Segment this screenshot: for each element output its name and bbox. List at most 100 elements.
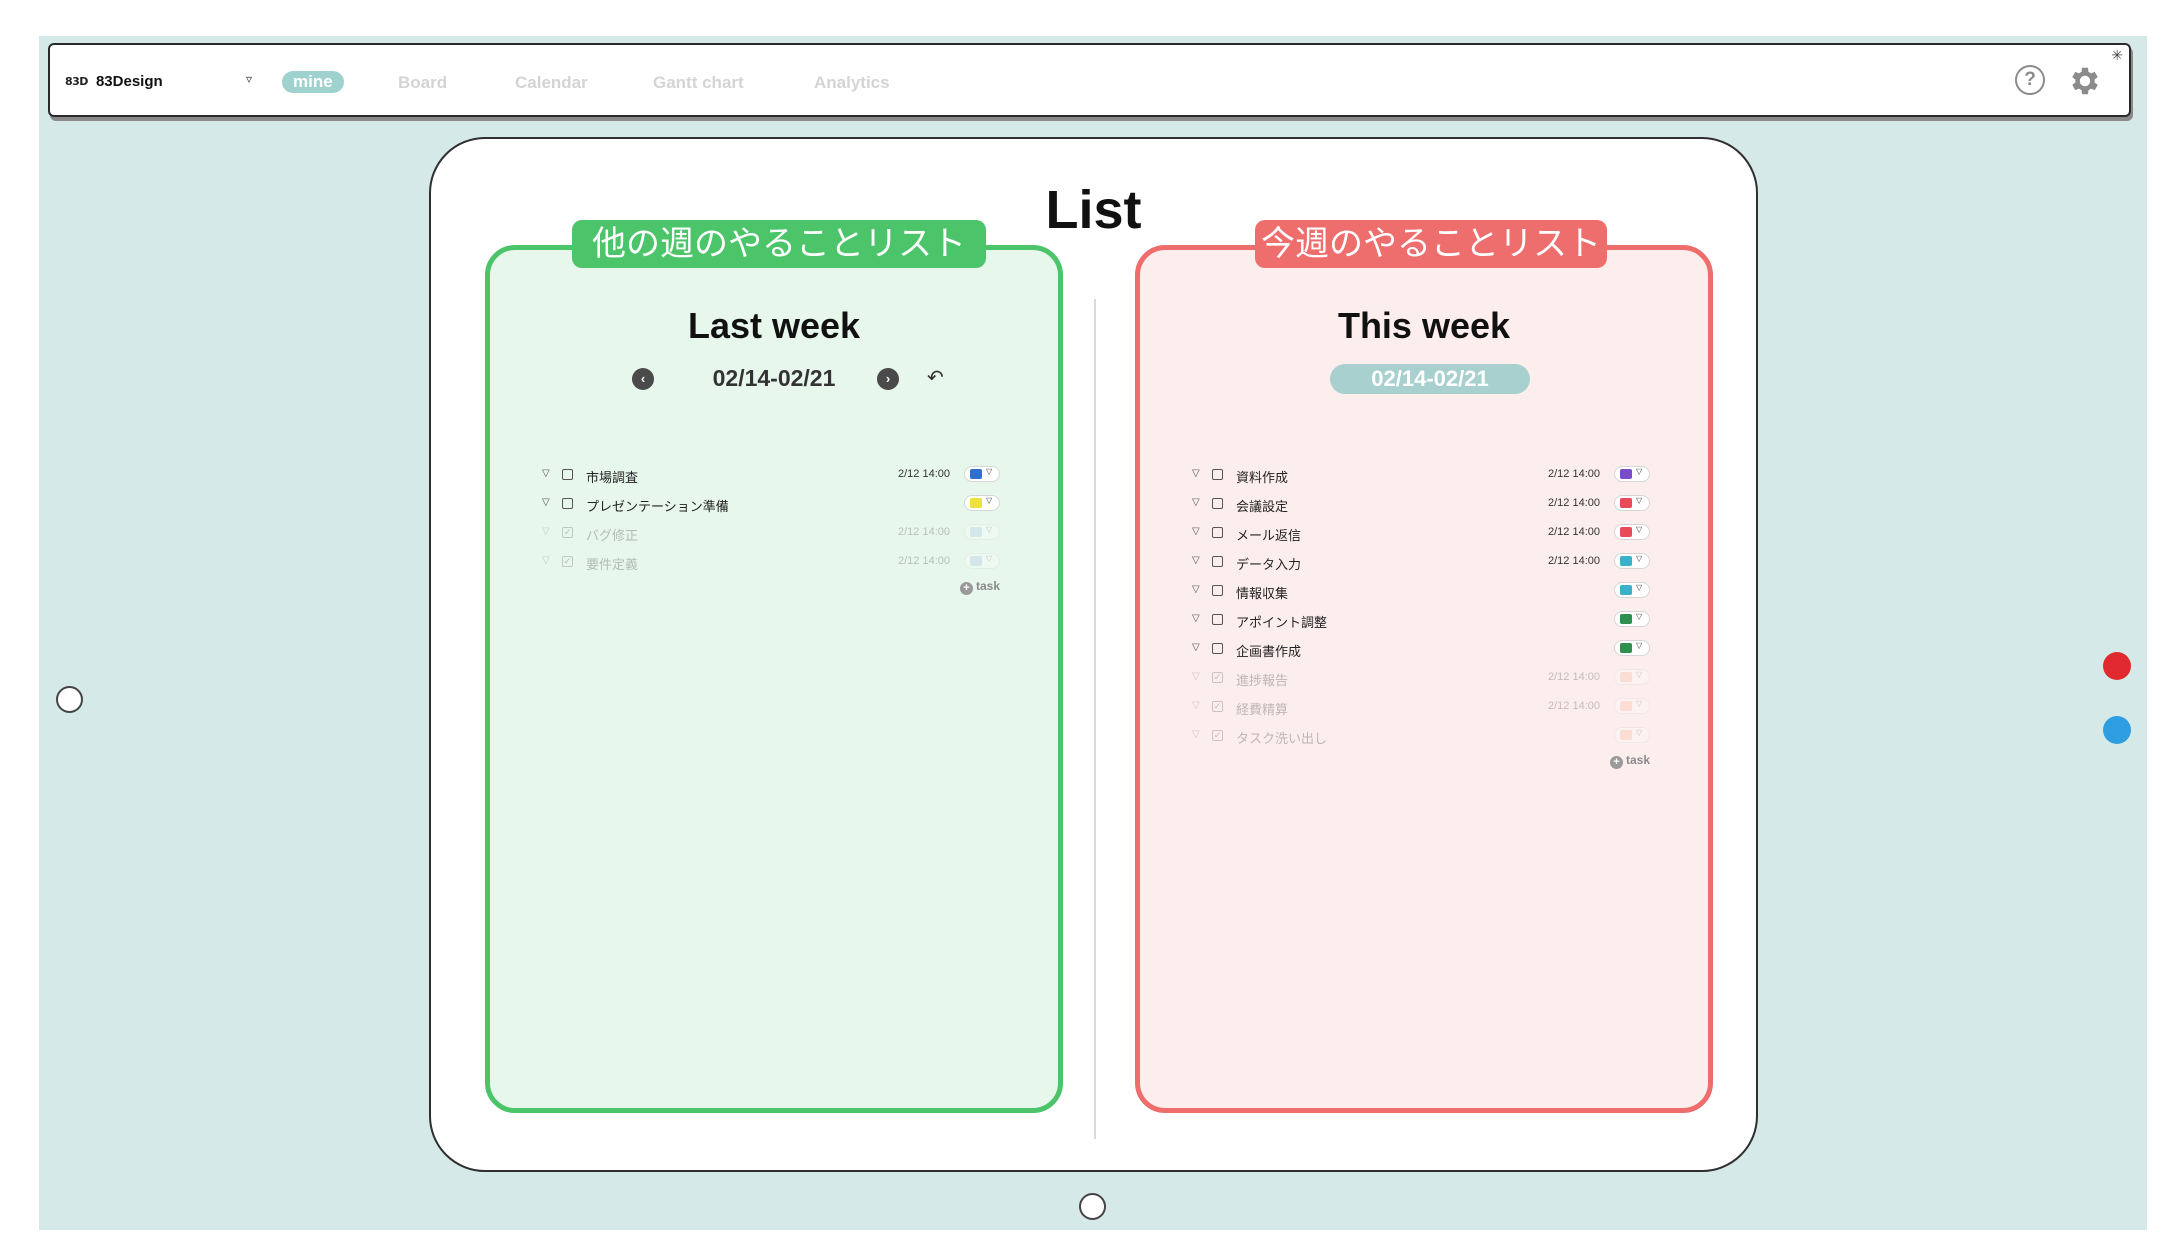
task-row[interactable]: ▽ プレゼンテーション準備 ▽ [542, 492, 1000, 521]
task-checkbox[interactable]: ✓ [562, 527, 573, 538]
workspace-name: 83Design [95, 73, 163, 90]
task-due: 2/12 14:00 [898, 468, 950, 480]
task-color-selector[interactable]: ▽ [1614, 727, 1650, 743]
expand-icon[interactable]: ▽ [542, 555, 550, 566]
tab-mine[interactable]: mine [282, 71, 344, 93]
task-color-selector[interactable]: ▽ [964, 553, 1000, 569]
expand-icon[interactable]: ▽ [1192, 700, 1200, 711]
task-color-selector[interactable]: ▽ [1614, 611, 1650, 627]
add-task-button[interactable]: + task [1192, 753, 1650, 775]
task-row[interactable]: ▽ ✓ 経費精算 2/12 14:00 ▽ [1192, 695, 1650, 724]
task-checkbox[interactable]: ✓ [1212, 730, 1223, 741]
expand-icon[interactable]: ▽ [1192, 584, 1200, 595]
add-task-button[interactable]: + task [542, 579, 1000, 601]
color-swatch [970, 469, 982, 479]
expand-icon[interactable]: ▽ [1192, 642, 1200, 653]
top-navbar: 83D 83Design ▿ mine Board Calendar Gantt… [48, 43, 2131, 117]
expand-icon[interactable]: ▽ [542, 526, 550, 537]
expand-icon[interactable]: ▽ [542, 468, 550, 479]
color-swatch [1620, 556, 1632, 566]
expand-icon[interactable]: ▽ [1192, 526, 1200, 537]
task-row[interactable]: ▽ 資料作成 2/12 14:00 ▽ [1192, 463, 1650, 492]
tab-calendar[interactable]: Calendar [515, 73, 588, 93]
task-color-selector[interactable]: ▽ [964, 466, 1000, 482]
last-week-heading: Last week [687, 305, 861, 346]
task-checkbox[interactable] [562, 498, 573, 509]
task-checkbox[interactable] [1212, 556, 1223, 567]
chevron-down-icon: ▽ [1636, 525, 1643, 534]
task-row[interactable]: ▽ データ入力 2/12 14:00 ▽ [1192, 550, 1650, 579]
chevron-down-icon: ▽ [986, 525, 993, 534]
left-resize-handle[interactable] [56, 686, 83, 713]
task-name: タスク洗い出し [1236, 731, 1328, 746]
chevron-down-icon: ▽ [1636, 641, 1643, 650]
task-due: 2/12 14:00 [1548, 468, 1600, 480]
task-row[interactable]: ▽ 情報収集 ▽ [1192, 579, 1650, 608]
chevron-down-icon: ▽ [1636, 612, 1643, 621]
blue-color-handle[interactable] [2103, 716, 2131, 744]
tab-analytics[interactable]: Analytics [814, 73, 890, 93]
next-week-button[interactable]: › [877, 368, 899, 390]
task-color-selector[interactable]: ▽ [1614, 669, 1650, 685]
this-week-tag: 今週のやることリスト [1255, 220, 1607, 268]
expand-icon[interactable]: ▽ [542, 497, 550, 508]
task-checkbox[interactable] [1212, 585, 1223, 596]
task-row[interactable]: ▽ アポイント調整 ▽ [1192, 608, 1650, 637]
task-row[interactable]: ▽ 会議設定 2/12 14:00 ▽ [1192, 492, 1650, 521]
chevron-down-icon: ▽ [986, 554, 993, 563]
expand-icon[interactable]: ▽ [1192, 497, 1200, 508]
task-row[interactable]: ▽ 市場調査 2/12 14:00 ▽ [542, 463, 1000, 492]
color-swatch [1620, 498, 1632, 508]
task-name: メール返信 [1236, 528, 1302, 543]
task-checkbox[interactable] [562, 469, 573, 480]
task-checkbox[interactable] [1212, 614, 1223, 625]
task-color-selector[interactable]: ▽ [964, 495, 1000, 511]
task-checkbox[interactable] [1212, 527, 1223, 538]
task-color-selector[interactable]: ▽ [1614, 495, 1650, 511]
expand-icon[interactable]: ▽ [1192, 613, 1200, 624]
workspace-selector[interactable]: 83D 83Design [65, 73, 163, 90]
task-row[interactable]: ▽ 企画書作成 ▽ [1192, 637, 1650, 666]
expand-icon[interactable]: ▽ [1192, 671, 1200, 682]
task-row[interactable]: ▽ ✓ バグ修正 2/12 14:00 ▽ [542, 521, 1000, 550]
task-row[interactable]: ▽ ✓ 進捗報告 2/12 14:00 ▽ [1192, 666, 1650, 695]
tab-gantt-chart[interactable]: Gantt chart [653, 73, 744, 93]
task-color-selector[interactable]: ▽ [1614, 466, 1650, 482]
task-row[interactable]: ▽ メール返信 2/12 14:00 ▽ [1192, 521, 1650, 550]
color-swatch [1620, 730, 1632, 740]
expand-icon[interactable]: ▽ [1192, 555, 1200, 566]
task-color-selector[interactable]: ▽ [1614, 698, 1650, 714]
task-checkbox[interactable] [1212, 643, 1223, 654]
task-checkbox[interactable]: ✓ [1212, 672, 1223, 683]
expand-icon[interactable]: ▽ [1192, 729, 1200, 740]
reset-icon[interactable]: ↶ [927, 365, 944, 390]
tab-board[interactable]: Board [398, 73, 447, 93]
task-checkbox[interactable]: ✓ [1212, 701, 1223, 712]
bottom-resize-handle[interactable] [1079, 1193, 1106, 1220]
chevron-down-icon: ▽ [1636, 728, 1643, 737]
asterisk-icon[interactable]: ✳ [2111, 47, 2123, 64]
task-row[interactable]: ▽ ✓ タスク洗い出し ▽ [1192, 724, 1650, 753]
chevron-down-icon[interactable]: ▿ [246, 72, 252, 86]
red-color-handle[interactable] [2103, 652, 2131, 680]
task-due: 2/12 14:00 [898, 555, 950, 567]
this-week-task-list: ▽ 資料作成 2/12 14:00 ▽ ▽ 会議設定 2/12 14:00 ▽ ▽ メール返信 2/… [1192, 463, 1650, 775]
task-color-selector[interactable]: ▽ [964, 524, 1000, 540]
chevron-down-icon: ▽ [1636, 554, 1643, 563]
help-icon[interactable]: ? [2015, 65, 2045, 95]
task-checkbox[interactable]: ✓ [562, 556, 573, 567]
task-color-selector[interactable]: ▽ [1614, 640, 1650, 656]
task-row[interactable]: ▽ ✓ 要件定義 2/12 14:00 ▽ [542, 550, 1000, 579]
expand-icon[interactable]: ▽ [1192, 468, 1200, 479]
this-week-heading: This week [1337, 305, 1511, 346]
task-name: 要件定義 [586, 557, 639, 572]
task-color-selector[interactable]: ▽ [1614, 582, 1650, 598]
task-color-selector[interactable]: ▽ [1614, 553, 1650, 569]
chevron-down-icon: ▽ [986, 467, 993, 476]
task-checkbox[interactable] [1212, 469, 1223, 480]
plus-icon: + [1609, 756, 1623, 769]
gear-icon[interactable] [2067, 63, 2103, 99]
task-color-selector[interactable]: ▽ [1614, 524, 1650, 540]
add-task-label: task [1625, 753, 1650, 767]
task-checkbox[interactable] [1212, 498, 1223, 509]
